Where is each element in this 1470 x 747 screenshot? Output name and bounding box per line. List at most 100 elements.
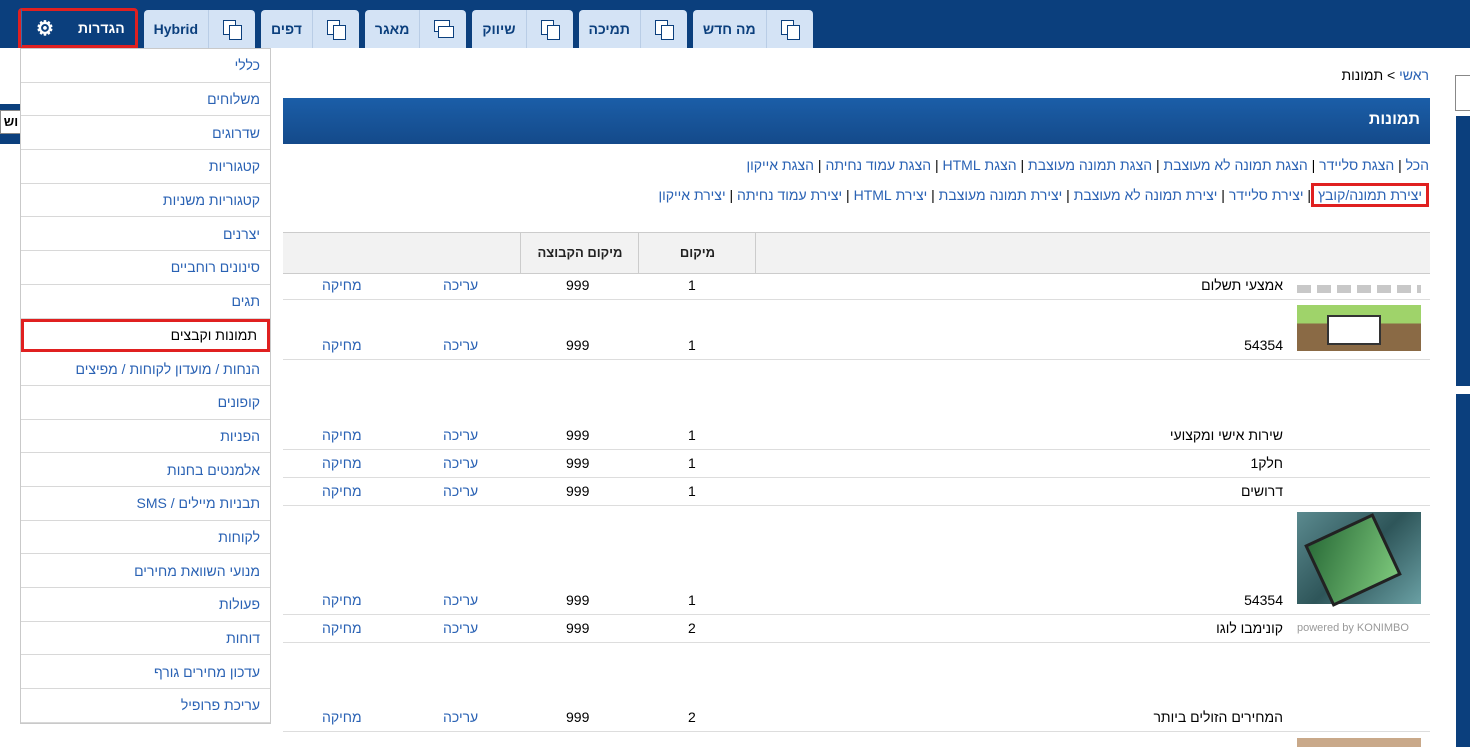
create-link-image-file[interactable]: יצירת תמונה/קובץ bbox=[1311, 183, 1429, 207]
delete-link[interactable]: מחיקה bbox=[322, 620, 362, 636]
payment-logos-thumbnail bbox=[1297, 285, 1421, 293]
row-group-position: 999 bbox=[566, 455, 590, 471]
tab-label: Hybrid bbox=[153, 21, 198, 37]
menu-item-coupons[interactable]: קופונים bbox=[21, 386, 270, 420]
tab-marketing[interactable]: שיווק bbox=[472, 10, 573, 48]
right-panel-edge bbox=[1456, 116, 1470, 386]
left-panel-edge: וש bbox=[0, 104, 22, 144]
pages-icon bbox=[639, 10, 687, 48]
menu-item-email-templates[interactable]: תבניות מיילים / SMS bbox=[21, 487, 270, 521]
menu-item-filters[interactable]: סינונים רוחביים bbox=[21, 251, 270, 285]
menu-item-bulk-price-update[interactable]: עדכון מחירים גורף bbox=[21, 655, 270, 690]
column-header-group-position: מיקום הקבוצה bbox=[520, 233, 639, 273]
filter-link-plain-image[interactable]: הצגת תמונה לא מעוצבת bbox=[1164, 157, 1308, 173]
edit-link[interactable]: עריכה bbox=[443, 455, 478, 471]
menu-item-tags[interactable]: תגים bbox=[21, 285, 270, 319]
filter-link-designed-image[interactable]: הצגת תמונה מעוצבת bbox=[1028, 157, 1152, 173]
windows-icon bbox=[419, 10, 466, 48]
menu-item-discounts[interactable]: הנחות / מועדון לקוחות / מפיצים bbox=[21, 352, 270, 386]
row-name: המחירים הזולים ביותר bbox=[1153, 709, 1283, 725]
menu-item-shipping[interactable]: משלוחים bbox=[21, 83, 270, 117]
tab-support[interactable]: תמיכה bbox=[578, 10, 687, 48]
menu-item-categories[interactable]: קטגוריות bbox=[21, 150, 270, 184]
row-name: קונימבו לוגו bbox=[1216, 620, 1283, 636]
breadcrumb-separator: > bbox=[1383, 67, 1400, 83]
menu-item-images-files[interactable]: תמונות וקבצים bbox=[21, 318, 270, 353]
row-group-position: 999 bbox=[566, 483, 590, 499]
menu-item-store-elements[interactable]: אלמנטים בחנות bbox=[21, 453, 270, 487]
delete-link[interactable]: מחיקה bbox=[322, 337, 362, 353]
edit-link[interactable]: עריכה bbox=[443, 427, 478, 443]
menu-item-customers[interactable]: לקוחות bbox=[21, 521, 270, 555]
edit-link[interactable]: עריכה bbox=[443, 337, 478, 353]
breadcrumb-current: תמונות bbox=[1341, 67, 1384, 83]
edit-link[interactable]: עריכה bbox=[443, 592, 478, 608]
table-row: powered by KONIMBO קונימבו לוגו 2 999 ער… bbox=[283, 615, 1430, 643]
main-tabs: ⚙ הגדרות Hybrid דפים מאגר שיווק תמיכה מה… bbox=[18, 8, 813, 48]
row-position: 2 bbox=[688, 709, 696, 725]
row-position: 1 bbox=[688, 455, 696, 471]
row-name: דרושים bbox=[1241, 483, 1283, 499]
menu-item-upgrades[interactable]: שדרוגים bbox=[21, 116, 270, 151]
filter-link-icon[interactable]: הצגת אייקון bbox=[746, 157, 814, 173]
row-group-position: 999 bbox=[566, 592, 590, 608]
menu-item-edit-profile[interactable]: עריכת פרופיל bbox=[21, 689, 270, 723]
create-link-landing[interactable]: יצירת עמוד נחיתה bbox=[737, 187, 842, 203]
filter-link-slider[interactable]: הצגת סליידר bbox=[1319, 157, 1394, 173]
tab-settings[interactable]: ⚙ הגדרות bbox=[18, 8, 138, 48]
menu-item-price-comparison[interactable]: מנועי השוואת מחירים bbox=[21, 554, 270, 588]
row-position: 1 bbox=[688, 277, 696, 293]
row-group-position: 999 bbox=[566, 427, 590, 443]
menu-item-reports[interactable]: דוחות bbox=[21, 622, 270, 656]
row-position: 1 bbox=[688, 337, 696, 353]
delete-link[interactable]: מחיקה bbox=[322, 592, 362, 608]
pages-icon bbox=[311, 10, 359, 48]
delete-link[interactable]: מחיקה bbox=[322, 427, 362, 443]
tab-label: מאגר bbox=[374, 21, 410, 37]
tab-whats-new[interactable]: מה חדש bbox=[692, 10, 813, 48]
breadcrumb-home-link[interactable]: ראשי bbox=[1399, 67, 1429, 83]
tab-hybrid[interactable]: Hybrid bbox=[143, 10, 255, 48]
filter-link-all[interactable]: הכל bbox=[1406, 157, 1429, 173]
filter-link-landing[interactable]: הצגת עמוד נחיתה bbox=[825, 157, 931, 173]
filter-link-html[interactable]: הצגת HTML bbox=[943, 157, 1017, 173]
column-header-position: מיקום bbox=[638, 233, 756, 273]
delete-link[interactable]: מחיקה bbox=[322, 483, 362, 499]
tab-label: מה חדש bbox=[702, 21, 756, 37]
row-position: 1 bbox=[688, 483, 696, 499]
create-link-plain-image[interactable]: יצירת תמונה לא מעוצבת bbox=[1074, 187, 1218, 203]
menu-item-general[interactable]: כללי bbox=[21, 49, 270, 83]
row-name: שירות אישי ומקצועי bbox=[1169, 427, 1283, 443]
right-edge-input[interactable] bbox=[1455, 75, 1470, 111]
table-header: מיקום מיקום הקבוצה bbox=[283, 232, 1430, 274]
create-link-html[interactable]: יצירת HTML bbox=[854, 187, 928, 203]
left-edge-button[interactable]: וש bbox=[0, 110, 22, 134]
menu-item-manufacturers[interactable]: יצרנים bbox=[21, 217, 270, 252]
edit-link[interactable]: עריכה bbox=[443, 277, 478, 293]
menu-item-actions[interactable]: פעולות bbox=[21, 588, 270, 622]
table-row: 54354 1 999 עריכה מחיקה bbox=[283, 506, 1430, 615]
tab-label: הגדרות bbox=[78, 20, 125, 36]
row-group-position: 999 bbox=[566, 277, 590, 293]
delete-link[interactable]: מחיקה bbox=[322, 709, 362, 725]
create-link-designed-image[interactable]: יצירת תמונה מעוצבת bbox=[939, 187, 1063, 203]
tab-label: דפים bbox=[271, 21, 302, 37]
top-navigation-bar: ⚙ הגדרות Hybrid דפים מאגר שיווק תמיכה מה… bbox=[0, 0, 1470, 48]
menu-item-subcategories[interactable]: קטגוריות משניות bbox=[21, 184, 270, 218]
menu-item-referrals[interactable]: הפניות bbox=[21, 420, 270, 454]
create-link-slider[interactable]: יצירת סליידר bbox=[1229, 187, 1304, 203]
breadcrumb: ראשי > תמונות bbox=[1341, 67, 1429, 83]
tab-pages[interactable]: דפים bbox=[261, 10, 359, 48]
edit-link[interactable]: עריכה bbox=[443, 709, 478, 725]
edit-link[interactable]: עריכה bbox=[443, 483, 478, 499]
gear-icon: ⚙ bbox=[21, 9, 68, 47]
edit-link[interactable]: עריכה bbox=[443, 620, 478, 636]
filter-links: הכל | הצגת סליידר | הצגת תמונה לא מעוצבת… bbox=[746, 157, 1429, 173]
pages-icon bbox=[525, 10, 573, 48]
delete-link[interactable]: מחיקה bbox=[322, 455, 362, 471]
delete-link[interactable]: מחיקה bbox=[322, 277, 362, 293]
tab-repository[interactable]: מאגר bbox=[364, 10, 467, 48]
create-link-icon[interactable]: יצירת אייקון bbox=[658, 187, 725, 203]
row-name: אמצעי תשלום bbox=[1201, 277, 1283, 293]
table-row: 54354 1 999 עריכה מחיקה bbox=[283, 300, 1430, 360]
